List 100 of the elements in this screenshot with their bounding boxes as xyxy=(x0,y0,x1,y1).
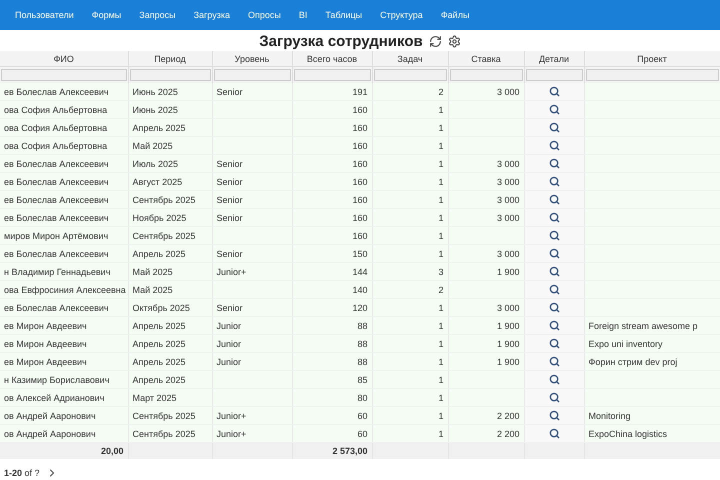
search-icon[interactable] xyxy=(548,284,560,296)
search-icon[interactable] xyxy=(548,104,560,116)
nav-link[interactable]: Формы xyxy=(84,10,128,20)
settings-icon[interactable] xyxy=(448,34,461,48)
table-cell: Сентябрь 2025 xyxy=(128,190,212,208)
search-icon[interactable] xyxy=(548,302,560,314)
table-cell: Апрель 2025 xyxy=(128,334,212,352)
column-header[interactable]: Задач xyxy=(372,51,448,66)
table-cell: 1 900 xyxy=(448,352,524,370)
nav-link[interactable]: Опросы xyxy=(240,10,288,20)
table-cell: 3 000 xyxy=(448,172,524,190)
filter-field[interactable] xyxy=(374,69,446,81)
table-cell: 160 xyxy=(292,100,372,118)
table-cell: 88 xyxy=(292,316,372,334)
table-cell: 2 xyxy=(372,83,448,100)
table-cell: Senior xyxy=(212,208,292,226)
table-cell: Апрель 2025 xyxy=(128,352,212,370)
nav-link[interactable]: Таблицы xyxy=(318,10,370,20)
filter-field[interactable] xyxy=(526,69,582,81)
table-cell: 1 xyxy=(372,136,448,154)
table-cell: 160 xyxy=(292,226,372,244)
filter-field[interactable] xyxy=(586,69,718,81)
search-icon[interactable] xyxy=(548,122,560,134)
search-icon[interactable] xyxy=(548,410,560,422)
table-cell: ев Болеслав Алексеевич xyxy=(0,172,128,190)
column-header[interactable]: Всего часов xyxy=(292,51,372,66)
search-icon[interactable] xyxy=(548,356,560,368)
search-icon[interactable] xyxy=(548,212,560,224)
search-icon[interactable] xyxy=(548,140,560,152)
table-cell: ов Андрей Ааронович xyxy=(0,406,128,424)
table-cell: 150 xyxy=(292,244,372,262)
filter-field[interactable] xyxy=(214,69,290,81)
table-cell: 3 000 xyxy=(448,190,524,208)
table-cell: 2 200 xyxy=(448,424,524,442)
nav-link[interactable]: Файлы xyxy=(434,10,476,20)
table-cell: 3 xyxy=(372,262,448,280)
table-cell: Май 2025 xyxy=(128,136,212,154)
column-header[interactable]: Детали xyxy=(524,51,584,66)
search-icon[interactable] xyxy=(548,86,560,98)
search-icon[interactable] xyxy=(548,392,560,404)
table-cell: ов Андрей Ааронович xyxy=(0,424,128,442)
table-cell: ев Болеслав Алексеевич xyxy=(0,208,128,226)
table-cell: Апрель 2025 xyxy=(128,118,212,136)
column-header[interactable]: Уровень xyxy=(212,51,292,66)
filter-field[interactable] xyxy=(450,69,522,81)
table-cell: миров Мирон Артёмович xyxy=(0,226,128,244)
table-cell: Junior xyxy=(212,316,292,334)
table-cell: ова София Альбертовна xyxy=(0,136,128,154)
search-icon[interactable] xyxy=(548,428,560,440)
column-header[interactable]: ФИО xyxy=(0,51,128,66)
table-cell: 2 200 xyxy=(448,406,524,424)
column-header[interactable]: Период xyxy=(128,51,212,66)
search-icon[interactable] xyxy=(548,338,560,350)
search-icon[interactable] xyxy=(548,248,560,260)
table-cell: 1 xyxy=(372,244,448,262)
table-cell: 1 xyxy=(372,352,448,370)
table-cell: ова София Альбертовна xyxy=(0,118,128,136)
search-icon[interactable] xyxy=(548,194,560,206)
table-cell: Senior xyxy=(212,190,292,208)
search-icon[interactable] xyxy=(548,374,560,386)
table-cell: 3 000 xyxy=(448,208,524,226)
nav-link[interactable]: Пользователи xyxy=(8,10,81,20)
table-cell: 1 xyxy=(372,316,448,334)
table-cell: 1 xyxy=(372,406,448,424)
pagination-text: 1-20 of ? xyxy=(4,468,40,478)
table-cell: 1 xyxy=(372,172,448,190)
total-cell: 2 573,00 xyxy=(292,442,372,459)
table-cell: 160 xyxy=(292,136,372,154)
table-cell: 1 xyxy=(372,154,448,172)
table-cell: 3 000 xyxy=(448,83,524,100)
table-cell: 88 xyxy=(292,352,372,370)
column-header[interactable]: Проект xyxy=(584,51,720,66)
search-icon[interactable] xyxy=(548,176,560,188)
table-cell: н Владимир Геннадьевич xyxy=(0,262,128,280)
search-icon[interactable] xyxy=(548,320,560,332)
table-cell: Июль 2025 xyxy=(128,154,212,172)
refresh-icon[interactable] xyxy=(428,34,442,48)
table-cell: Апрель 2025 xyxy=(128,316,212,334)
search-icon[interactable] xyxy=(548,158,560,170)
table-cell: 2 xyxy=(372,280,448,298)
nav-link[interactable]: Запросы xyxy=(132,10,183,20)
table-cell: Senior xyxy=(212,172,292,190)
filter-field[interactable] xyxy=(130,69,210,81)
table-cell: 160 xyxy=(292,172,372,190)
column-header[interactable]: Ставка xyxy=(448,51,524,66)
nav-link[interactable]: BI xyxy=(292,10,314,20)
filter-field[interactable] xyxy=(294,69,370,81)
table-cell: Senior xyxy=(212,83,292,100)
search-icon[interactable] xyxy=(548,230,560,242)
table-cell: Junior+ xyxy=(212,262,292,280)
table-cell: Junior xyxy=(212,352,292,370)
table-cell: 60 xyxy=(292,406,372,424)
nav-link[interactable]: Загрузка xyxy=(186,10,237,20)
search-icon[interactable] xyxy=(548,266,560,278)
filter-field[interactable] xyxy=(1,69,126,81)
table-cell: Май 2025 xyxy=(128,262,212,280)
table-cell: ев Мирон Авдеевич xyxy=(0,334,128,352)
nav-link[interactable]: Структура xyxy=(373,10,430,20)
table-cell: 3 000 xyxy=(448,244,524,262)
table-cell: 160 xyxy=(292,154,372,172)
